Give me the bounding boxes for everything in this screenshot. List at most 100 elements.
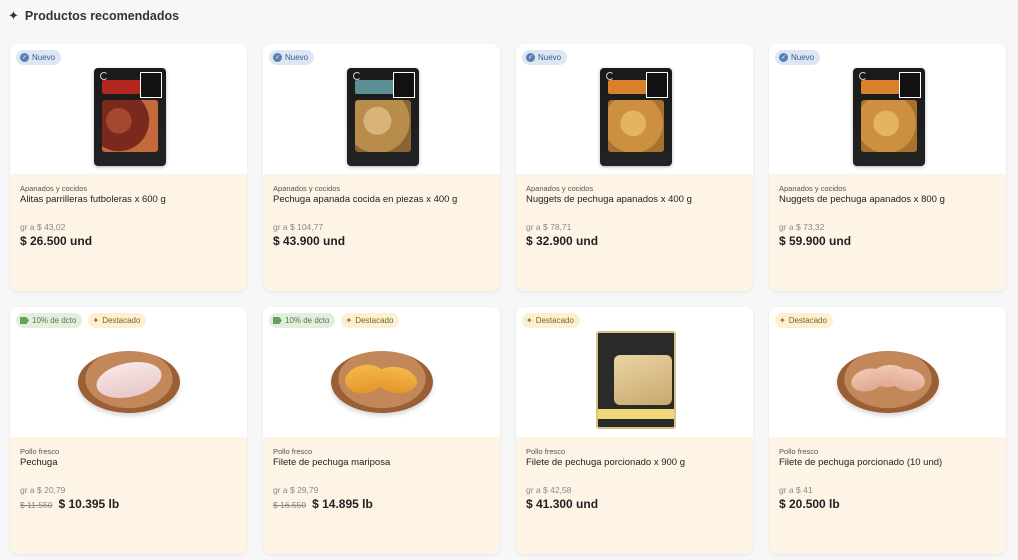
chicken-piece [889, 366, 927, 394]
product-grid: ✓ Nuevo Apanados y cocidos Alitas parriller… [10, 44, 1006, 554]
unit-price: gr a $ 41 [779, 485, 813, 495]
tag-icon [273, 317, 282, 324]
badge-label: Destacado [788, 316, 827, 325]
badge-label: 10% de dcto [285, 316, 330, 325]
warning-seal-icon [140, 72, 162, 98]
check-circle-icon: ✓ [779, 53, 788, 62]
sparkle-icon: ✦ [779, 316, 786, 325]
badge-group: ✦ Destacado [775, 313, 833, 328]
product-card[interactable]: 10% de dcto ✦ Destacado Pollo fresco Filete … [263, 307, 500, 554]
badge-nuevo: ✓ Nuevo [269, 50, 315, 65]
product-image[interactable] [331, 351, 433, 413]
product-price: $ 32.900 und [526, 234, 599, 248]
product-name[interactable]: Alitas parrilleras futboleras x 600 g [20, 194, 240, 205]
product-image-area[interactable]: 10% de dcto ✦ Destacado [263, 307, 500, 437]
price-line: $ 16.550 $ 14.895 lb [273, 497, 373, 511]
product-name[interactable]: Nuggets de pechuga apanados x 800 g [779, 194, 999, 205]
product-category: Apanados y cocidos [526, 184, 594, 193]
badge-label: Destacado [355, 316, 394, 325]
product-card[interactable]: ✓ Nuevo Apanados y cocidos Pechuga apanada … [263, 44, 500, 291]
product-name[interactable]: Filete de pechuga porcionado x 900 g [526, 457, 746, 468]
product-name[interactable]: Filete de pechuga porcionado (10 und) [779, 457, 999, 468]
product-image[interactable] [853, 68, 925, 166]
product-card[interactable]: ✓ Nuevo Apanados y cocidos Nuggets de pechu… [516, 44, 753, 291]
price-line: $ 59.900 und [779, 234, 851, 248]
product-name[interactable]: Filete de pechuga mariposa [273, 457, 493, 468]
product-image-area[interactable]: 10% de dcto ✦ Destacado [10, 307, 247, 437]
product-window [608, 100, 664, 152]
product-card[interactable]: ✓ Nuevo Apanados y cocidos Nuggets de pechu… [769, 44, 1006, 291]
badge-dest: ✦ Destacado [522, 313, 580, 328]
sparkle-icon: ✦ [526, 316, 533, 325]
brand-logo [353, 72, 361, 80]
product-card[interactable]: ✦ Destacado Pollo fresco Filete de pechuga … [516, 307, 753, 554]
product-category: Pollo fresco [779, 447, 819, 456]
warning-seal-icon [393, 72, 415, 98]
price-line: $ 26.500 und [20, 234, 92, 248]
product-category: Apanados y cocidos [20, 184, 88, 193]
product-image-area[interactable]: ✦ Destacado [516, 307, 753, 437]
badge-label: Nuevo [791, 53, 815, 62]
sparkle-icon: ✦ [345, 316, 353, 325]
check-circle-icon: ✓ [273, 53, 282, 62]
product-price: $ 43.900 und [273, 234, 346, 248]
badge-nuevo: ✓ Nuevo [16, 50, 62, 65]
product-name[interactable]: Nuggets de pechuga apanados x 400 g [526, 194, 746, 205]
badge-dcto: 10% de dcto [269, 313, 336, 328]
product-category: Apanados y cocidos [779, 184, 847, 193]
section-header: ✦ Productos recomendados [8, 7, 179, 25]
product-image[interactable] [596, 331, 676, 429]
product-image[interactable] [94, 68, 166, 166]
product-image-area[interactable]: ✓ Nuevo [263, 44, 500, 174]
product-name[interactable]: Pechuga apanada cocida en piezas x 400 g [273, 194, 493, 205]
price-line: $ 11.550 $ 10.395 lb [20, 497, 119, 511]
unit-price: gr a $ 29,79 [273, 485, 319, 495]
check-circle-icon: ✓ [526, 53, 535, 62]
product-image-area[interactable]: ✓ Nuevo [10, 44, 247, 174]
warning-seal-icon [646, 72, 668, 98]
product-image-area[interactable]: ✓ Nuevo [769, 44, 1006, 174]
badge-group: 10% de dcto ✦ Destacado [16, 313, 147, 328]
product-window [861, 100, 917, 152]
badge-dest: ✦ Destacado [341, 313, 400, 328]
package-label [102, 80, 142, 94]
sparkle-icon: ✦ [8, 8, 19, 23]
product-category: Pollo fresco [273, 447, 313, 456]
section-title: Productos recomendados [24, 9, 180, 23]
product-window [102, 100, 158, 152]
badge-group: ✓ Nuevo [269, 50, 315, 65]
product-image[interactable] [347, 68, 419, 166]
check-circle-icon: ✓ [20, 53, 29, 62]
unit-price: gr a $ 20,79 [20, 485, 66, 495]
badge-label: 10% de dcto [32, 316, 77, 325]
product-card[interactable]: 10% de dcto ✦ Destacado Pollo fresco Pechuga… [10, 307, 247, 554]
product-card[interactable]: ✦ Destacado Pollo fresco Filete de pechuga … [769, 307, 1006, 554]
unit-price: gr a $ 42,58 [526, 485, 572, 495]
chicken-piece [93, 356, 165, 404]
sparkle-icon: ✦ [92, 316, 100, 325]
old-price: $ 11.550 [20, 500, 53, 510]
product-image[interactable] [78, 351, 180, 413]
badge-nuevo: ✓ Nuevo [522, 50, 568, 65]
badge-group: ✦ Destacado [522, 313, 580, 328]
product-window [614, 355, 672, 405]
badge-group: ✓ Nuevo [16, 50, 62, 65]
brand-logo [606, 72, 614, 80]
warning-seal-icon [899, 72, 921, 98]
badge-group: ✓ Nuevo [522, 50, 568, 65]
old-price: $ 16.550 [273, 500, 307, 510]
product-image-area[interactable]: ✓ Nuevo [516, 44, 753, 174]
product-image-area[interactable]: ✦ Destacado [769, 307, 1006, 437]
badge-group: ✓ Nuevo [775, 50, 821, 65]
product-image[interactable] [600, 68, 672, 166]
product-image[interactable] [837, 351, 939, 413]
unit-price: gr a $ 73,32 [779, 222, 825, 232]
price-line: $ 41.300 und [526, 497, 598, 511]
badge-nuevo: ✓ Nuevo [775, 50, 821, 65]
badge-dcto: 10% de dcto [16, 313, 83, 328]
product-card[interactable]: ✓ Nuevo Apanados y cocidos Alitas parriller… [10, 44, 247, 291]
product-name[interactable]: Pechuga [20, 457, 240, 468]
product-category: Pollo fresco [20, 447, 60, 456]
badge-label: Nuevo [285, 53, 309, 62]
badge-label: Destacado [535, 316, 574, 325]
